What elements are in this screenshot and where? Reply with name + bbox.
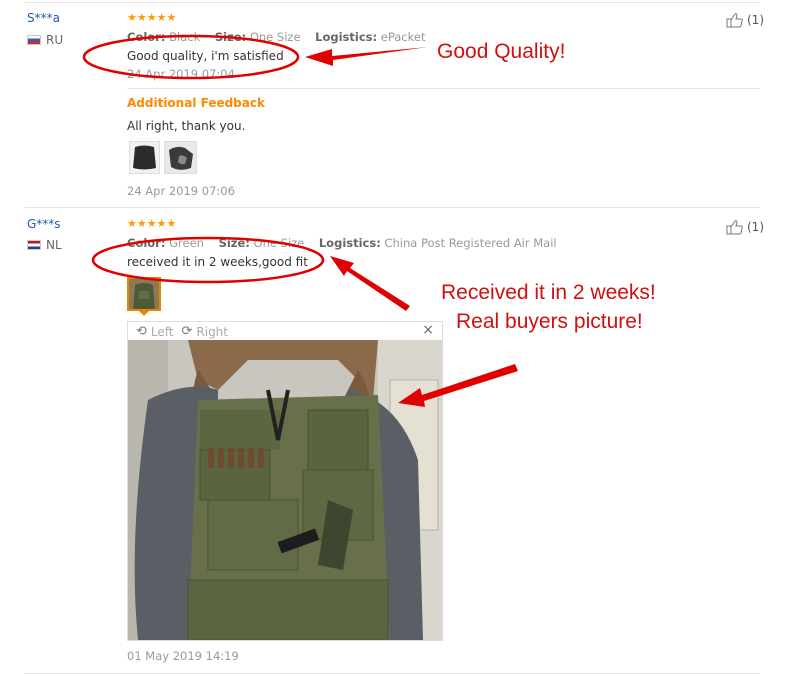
annotation-arrow-2 bbox=[330, 256, 410, 311]
annotation-circle-2 bbox=[91, 236, 325, 284]
annotation-received-line2: Real buyers picture! bbox=[456, 310, 643, 333]
annotation-arrow-1 bbox=[305, 47, 428, 66]
annotation-good-quality: Good Quality! bbox=[437, 40, 566, 63]
annotation-overlay bbox=[82, 34, 518, 407]
annotation-arrow-3 bbox=[398, 364, 518, 407]
annotation-circle-1 bbox=[82, 34, 300, 80]
annotation-received-line1: Received it in 2 weeks! bbox=[441, 281, 656, 304]
